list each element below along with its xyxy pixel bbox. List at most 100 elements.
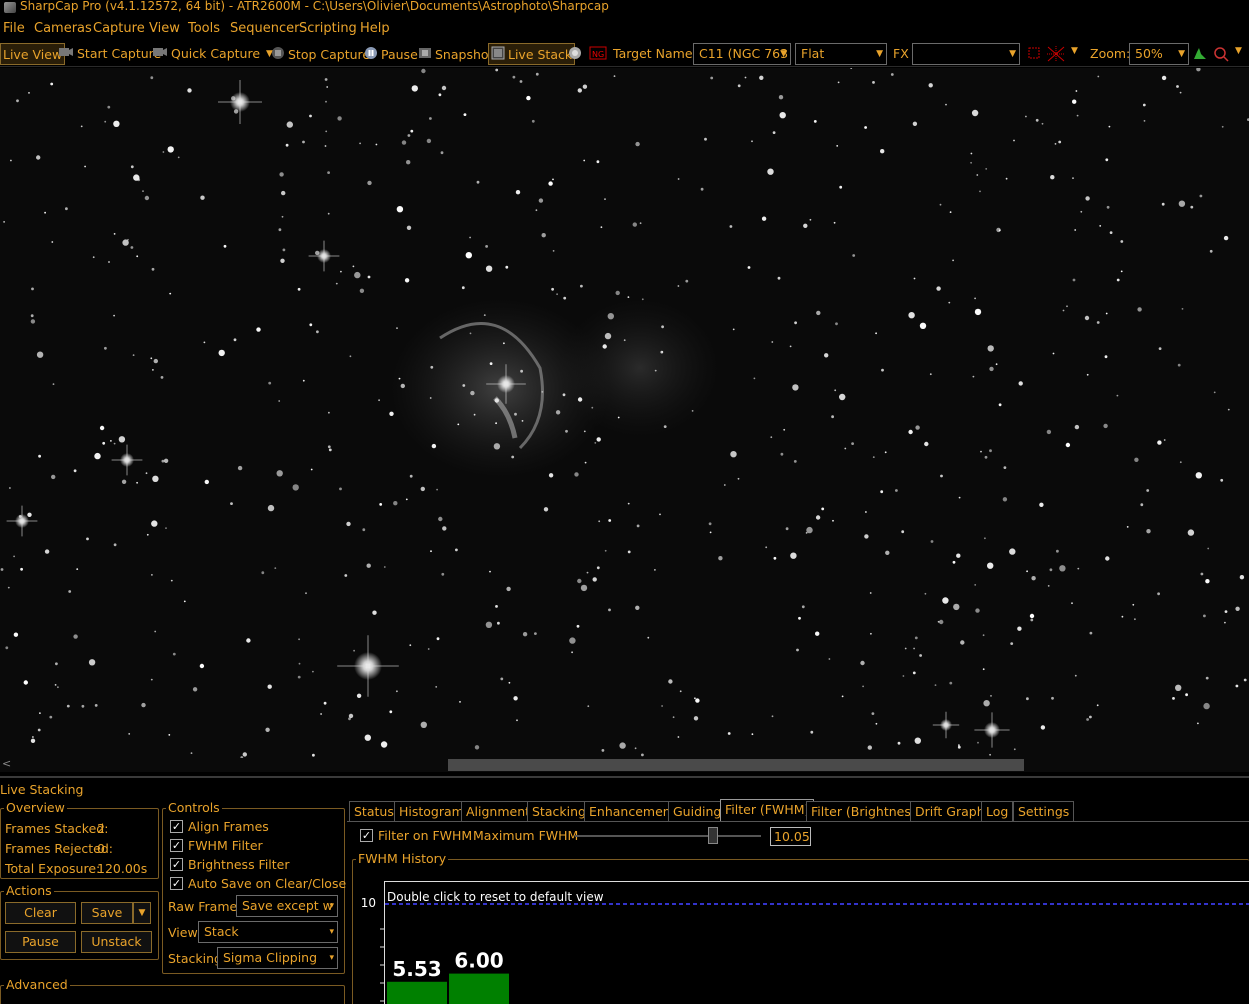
view-combo[interactable]: Stack ▾ (198, 921, 338, 943)
chevron-down-icon[interactable]: ▼ (1235, 46, 1242, 56)
ngc-icon[interactable]: NG (589, 46, 607, 60)
window-title: SharpCap Pro (v4.1.12572, 64 bit) - ATR2… (20, 0, 609, 13)
zoom-lens-icon[interactable] (1213, 46, 1229, 62)
menu-scripting[interactable]: Scripting (299, 21, 357, 36)
chevron-down-icon: ▾ (329, 927, 334, 937)
max-fwhm-slider[interactable] (575, 827, 761, 844)
frame-type-combo[interactable]: Flat ▼ (795, 43, 887, 65)
actions-group: Actions Clear Save ▼ Pause Unstack (0, 883, 159, 960)
fwhm-bar[interactable] (449, 973, 509, 1004)
histogram-icon[interactable] (1193, 46, 1207, 60)
chevron-down-icon[interactable]: ▼ (1071, 46, 1078, 56)
crosshair-icon[interactable] (1047, 46, 1065, 62)
quick-capture-button[interactable]: Quick Capture ▼ (152, 46, 273, 61)
tab-guiding[interactable]: Guiding (668, 801, 727, 822)
app-icon (4, 2, 16, 13)
svg-text:NG: NG (592, 50, 604, 59)
max-fwhm-slider-thumb[interactable] (707, 827, 718, 844)
tab-filter-fwhm[interactable]: Filter (FWHM) (720, 799, 815, 822)
live-view-button[interactable]: Live View (0, 43, 66, 65)
fwhm-bar-label: 6.00 (454, 949, 503, 973)
advanced-title: Advanced (4, 977, 70, 992)
menu-tools[interactable]: Tools (188, 21, 220, 36)
tab-log[interactable]: Log (981, 801, 1014, 822)
chevron-down-icon: ▾ (329, 953, 334, 963)
frame-type-value: Flat (801, 46, 825, 61)
total-exposure-label: Total Exposure: (5, 861, 101, 876)
max-fwhm-input[interactable]: 10.05 (770, 827, 811, 846)
chevron-down-icon: ▼ (138, 908, 146, 918)
title-bar: SharpCap Pro (v4.1.12572, 64 bit) - ATR2… (0, 0, 1249, 17)
tab-histogram[interactable]: Histogram (394, 801, 469, 822)
target-name-combo[interactable]: C11 (NGC 763 ▼ (693, 43, 791, 65)
tab-alignment[interactable]: Alignment (461, 801, 536, 822)
raw-frames-combo[interactable]: Save except w ▾ (236, 895, 338, 917)
menu-help[interactable]: Help (360, 21, 390, 36)
chart-y-axis: 10 (361, 896, 384, 1002)
menu-cameras[interactable]: Cameras (34, 21, 92, 36)
image-viewport[interactable] (0, 68, 1249, 758)
stacking-combo[interactable]: Sigma Clipping ▾ (217, 947, 338, 969)
y-tick-label: 10 (361, 896, 376, 910)
select-area-icon[interactable] (1027, 46, 1041, 60)
auto-save-label: Auto Save on Clear/Close (188, 876, 347, 891)
chevron-down-icon: ▼ (780, 49, 787, 59)
target-name-label: Target Name : (613, 46, 701, 61)
save-button[interactable]: Save (81, 902, 133, 924)
horizontal-scrollbar[interactable]: < (0, 757, 1249, 772)
stacking-label: Stacking (168, 951, 222, 966)
auto-save-checkbox[interactable]: ✓ (170, 877, 183, 890)
fwhm-filter-checkbox[interactable]: ✓ (170, 839, 183, 852)
zoom-value: 50% (1135, 46, 1163, 61)
clear-button[interactable]: Clear (5, 902, 76, 924)
controls-group: Controls ✓ Align Frames ✓ FWHM Filter ✓ … (162, 800, 347, 974)
fx-combo[interactable]: ▼ (912, 43, 1020, 65)
camera-icon (152, 46, 168, 61)
tab-status[interactable]: Status (349, 801, 399, 822)
fwhm-bar-label: 5.53 (392, 957, 441, 981)
zoom-label: Zoom: (1090, 46, 1131, 61)
chevron-down-icon: ▼ (1178, 49, 1185, 59)
frames-stacked-value: 2 (97, 821, 105, 836)
chevron-down-icon: ▾ (329, 901, 334, 911)
overview-title: Overview (4, 800, 67, 815)
scrollbar-thumb[interactable] (448, 759, 1024, 771)
tab-settings[interactable]: Settings (1013, 801, 1075, 822)
zoom-combo[interactable]: 50% ▼ (1129, 43, 1189, 65)
pause-stack-button[interactable]: Pause (5, 931, 76, 953)
overview-group: Overview Frames Stacked: 2 Frames Reject… (0, 800, 159, 879)
camera-icon (58, 46, 74, 61)
menu-sequencer[interactable]: Sequencer (230, 21, 299, 36)
stop-icon (271, 46, 285, 63)
stacking-value: Sigma Clipping (223, 950, 318, 965)
start-capture-button[interactable]: Start Capture (58, 46, 161, 61)
stop-capture-label: Stop Capture (288, 47, 371, 62)
unstack-button[interactable]: Unstack (81, 931, 152, 953)
max-fwhm-label: Maximum FWHM (473, 828, 579, 843)
tab-enhancement[interactable]: Enhancement (584, 801, 681, 822)
menu-view[interactable]: View (149, 21, 180, 36)
tab-drift-graph[interactable]: Drift Graph (910, 801, 990, 822)
menu-file[interactable]: File (3, 21, 25, 36)
toolbar: Live View Start Capture Quick Capture ▼ … (0, 41, 1249, 67)
align-frames-checkbox[interactable]: ✓ (170, 820, 183, 833)
snapshot-button[interactable]: Snapshot (418, 46, 493, 63)
live-stack-button[interactable]: Live Stack (488, 43, 576, 65)
quick-capture-label: Quick Capture (171, 46, 261, 61)
fwhm-bar[interactable] (387, 981, 447, 1004)
fwhm-history-chart[interactable]: Double click to reset to default view 5.… (384, 881, 1249, 1004)
filter-on-fwhm-checkbox[interactable]: ✓ (360, 829, 373, 842)
scroll-left-icon[interactable]: < (2, 757, 11, 770)
actions-title: Actions (4, 883, 54, 898)
stop-capture-button[interactable]: Stop Capture (271, 46, 370, 63)
pause-button[interactable]: Pause (364, 46, 418, 63)
record-icon[interactable] (568, 46, 582, 60)
brightness-filter-checkbox[interactable]: ✓ (170, 858, 183, 871)
menu-capture[interactable]: Capture (93, 21, 145, 36)
save-dropdown-button[interactable]: ▼ (133, 902, 151, 924)
stack-icon (491, 46, 505, 63)
pause-label: Pause (381, 47, 418, 62)
view-label: View (168, 925, 198, 940)
star-field-image (0, 68, 1249, 758)
tab-stacking[interactable]: Stacking (527, 801, 591, 822)
